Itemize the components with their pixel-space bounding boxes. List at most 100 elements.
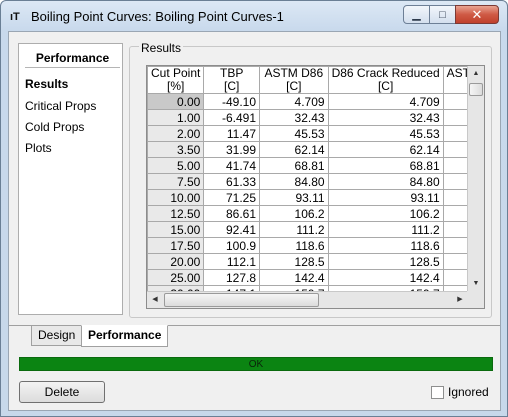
table-cell[interactable]: 84.80 [327, 173, 444, 190]
table-cell[interactable]: 71.25 [203, 189, 261, 206]
table-cell[interactable]: 92.41 [203, 221, 261, 238]
row-header-cell[interactable]: 2.00 [147, 125, 205, 142]
column-unit: [C] [224, 79, 240, 93]
delete-button[interactable]: Delete [19, 381, 105, 403]
table-row[interactable]: 12.50 86.61 106.2 106.2 [147, 205, 484, 222]
table-cell[interactable]: -49.10 [203, 93, 261, 110]
table-row[interactable]: 7.50 61.33 84.80 84.80 [147, 173, 484, 190]
table-row[interactable]: 15.00 92.41 111.2 111.2 [147, 221, 484, 238]
table-cell[interactable]: 4.709 [259, 93, 329, 110]
row-header-cell[interactable]: 7.50 [147, 173, 205, 190]
column-unit: [C] [377, 79, 394, 93]
table-cell[interactable]: 118.6 [327, 237, 444, 254]
results-group-label: Results [139, 41, 184, 55]
column-header-cut-point[interactable]: Cut Point [%] [147, 66, 205, 94]
table-cell[interactable]: 93.11 [259, 189, 329, 206]
column-header-d86-crack-reduced[interactable]: D86 Crack Reduced [C] [327, 66, 444, 94]
table-row[interactable]: 1.00 -6.491 32.43 32.43 [147, 109, 484, 126]
table-cell[interactable]: 62.14 [259, 141, 329, 158]
table-row[interactable]: 3.50 31.99 62.14 62.14 [147, 141, 484, 158]
table-cell[interactable]: 62.14 [327, 141, 444, 158]
row-header-cell[interactable]: 25.00 [147, 269, 205, 286]
table-row[interactable]: 25.00 127.8 142.4 142.4 [147, 269, 484, 286]
row-header-cell[interactable]: 5.00 [147, 157, 205, 174]
nav-header: Performance [25, 48, 120, 68]
scroll-right-icon[interactable]: ▶ [452, 292, 468, 308]
minimize-button[interactable]: ▁ [403, 5, 430, 24]
client-area: Performance Results Critical Props Cold … [8, 31, 501, 411]
column-header-tbp[interactable]: TBP [C] [203, 66, 261, 94]
row-header-cell[interactable]: 0.00 [147, 93, 205, 110]
scroll-left-icon[interactable]: ◀ [147, 292, 163, 308]
row-header-cell[interactable]: 1.00 [147, 109, 205, 126]
table-cell[interactable]: 4.709 [327, 93, 444, 110]
row-header-cell[interactable]: 20.00 [147, 253, 205, 270]
nav-item-plots[interactable]: Plots [25, 141, 52, 155]
tab-performance[interactable]: Performance [81, 325, 169, 347]
results-grid: Cut Point [%] TBP [C] ASTM D86 [C] D86 C… [146, 65, 485, 309]
close-icon: ✕ [471, 6, 483, 22]
title-bar[interactable]: ıT Boiling Point Curves: Boiling Point C… [1, 1, 507, 31]
column-unit: [%] [167, 79, 185, 93]
row-header-cell[interactable]: 3.50 [147, 141, 205, 158]
row-header-cell[interactable]: 12.50 [147, 205, 205, 222]
row-header-cell[interactable]: 15.00 [147, 221, 205, 238]
table-cell[interactable]: 45.53 [259, 125, 329, 142]
tab-design[interactable]: Design [31, 326, 83, 346]
ignored-toggle[interactable]: Ignored [431, 384, 489, 400]
table-row[interactable]: 10.00 71.25 93.11 93.11 [147, 189, 484, 206]
table-cell[interactable]: 45.53 [327, 125, 444, 142]
table-row[interactable]: 0.00 -49.10 4.709 4.709 [147, 93, 484, 110]
table-cell[interactable]: 111.2 [327, 221, 444, 238]
nav-item-cold-props[interactable]: Cold Props [25, 120, 84, 134]
vertical-scrollbar[interactable]: ▲ ▼ [467, 66, 484, 292]
column-header-astm-d86[interactable]: ASTM D86 [C] [259, 66, 329, 94]
table-cell[interactable]: 142.4 [259, 269, 329, 286]
status-bar: OK [19, 357, 493, 371]
table-cell[interactable]: 41.74 [203, 157, 261, 174]
table-row[interactable]: 2.00 11.47 45.53 45.53 [147, 125, 484, 142]
table-cell[interactable]: 84.80 [259, 173, 329, 190]
table-cell[interactable]: 93.11 [327, 189, 444, 206]
row-header-cell[interactable]: 10.00 [147, 189, 205, 206]
table-cell[interactable]: 142.4 [327, 269, 444, 286]
table-cell[interactable]: 127.8 [203, 269, 261, 286]
table-cell[interactable]: 11.47 [203, 125, 261, 142]
table-cell[interactable]: 86.61 [203, 205, 261, 222]
table-cell[interactable]: 100.9 [203, 237, 261, 254]
table-cell[interactable]: 61.33 [203, 173, 261, 190]
ignored-checkbox[interactable] [431, 385, 444, 399]
scroll-down-icon[interactable]: ▼ [468, 276, 484, 292]
row-header-cell[interactable]: 17.50 [147, 237, 205, 254]
vertical-scroll-thumb[interactable] [469, 83, 483, 96]
table-cell[interactable]: 112.1 [203, 253, 261, 270]
horizontal-scrollbar[interactable]: ◀ ▶ [147, 291, 468, 308]
table-cell[interactable]: 68.81 [327, 157, 444, 174]
maximize-button[interactable]: □ [429, 5, 456, 24]
page-navigator: Performance Results Critical Props Cold … [18, 43, 123, 315]
table-cell[interactable]: 128.5 [327, 253, 444, 270]
table-cell[interactable]: -6.491 [203, 109, 261, 126]
horizontal-scroll-thumb[interactable] [164, 293, 319, 307]
table-cell[interactable]: 106.2 [327, 205, 444, 222]
header-row: Cut Point [%] TBP [C] ASTM D86 [C] D86 C… [147, 66, 484, 94]
table-row[interactable]: 20.00 112.1 128.5 128.5 [147, 253, 484, 270]
nav-item-critical-props[interactable]: Critical Props [25, 99, 96, 113]
table-cell[interactable]: 128.5 [259, 253, 329, 270]
scroll-up-icon[interactable]: ▲ [468, 66, 484, 82]
ignored-label: Ignored [448, 385, 489, 399]
table-cell[interactable]: 68.81 [259, 157, 329, 174]
table-row[interactable]: 5.00 41.74 68.81 68.81 [147, 157, 484, 174]
table-cell[interactable]: 32.43 [327, 109, 444, 126]
table-cell[interactable]: 31.99 [203, 141, 261, 158]
table-cell[interactable]: 106.2 [259, 205, 329, 222]
close-button[interactable]: ✕ [455, 5, 499, 24]
results-table: Cut Point [%] TBP [C] ASTM D86 [C] D86 C… [147, 66, 484, 302]
table-cell[interactable]: 32.43 [259, 109, 329, 126]
table-row[interactable]: 17.50 100.9 118.6 118.6 [147, 237, 484, 254]
caption-buttons: ▁ □ ✕ [403, 5, 499, 24]
nav-item-results[interactable]: Results [25, 77, 68, 91]
table-cell[interactable]: 118.6 [259, 237, 329, 254]
tab-strip: Design Performance [9, 325, 500, 347]
table-cell[interactable]: 111.2 [259, 221, 329, 238]
